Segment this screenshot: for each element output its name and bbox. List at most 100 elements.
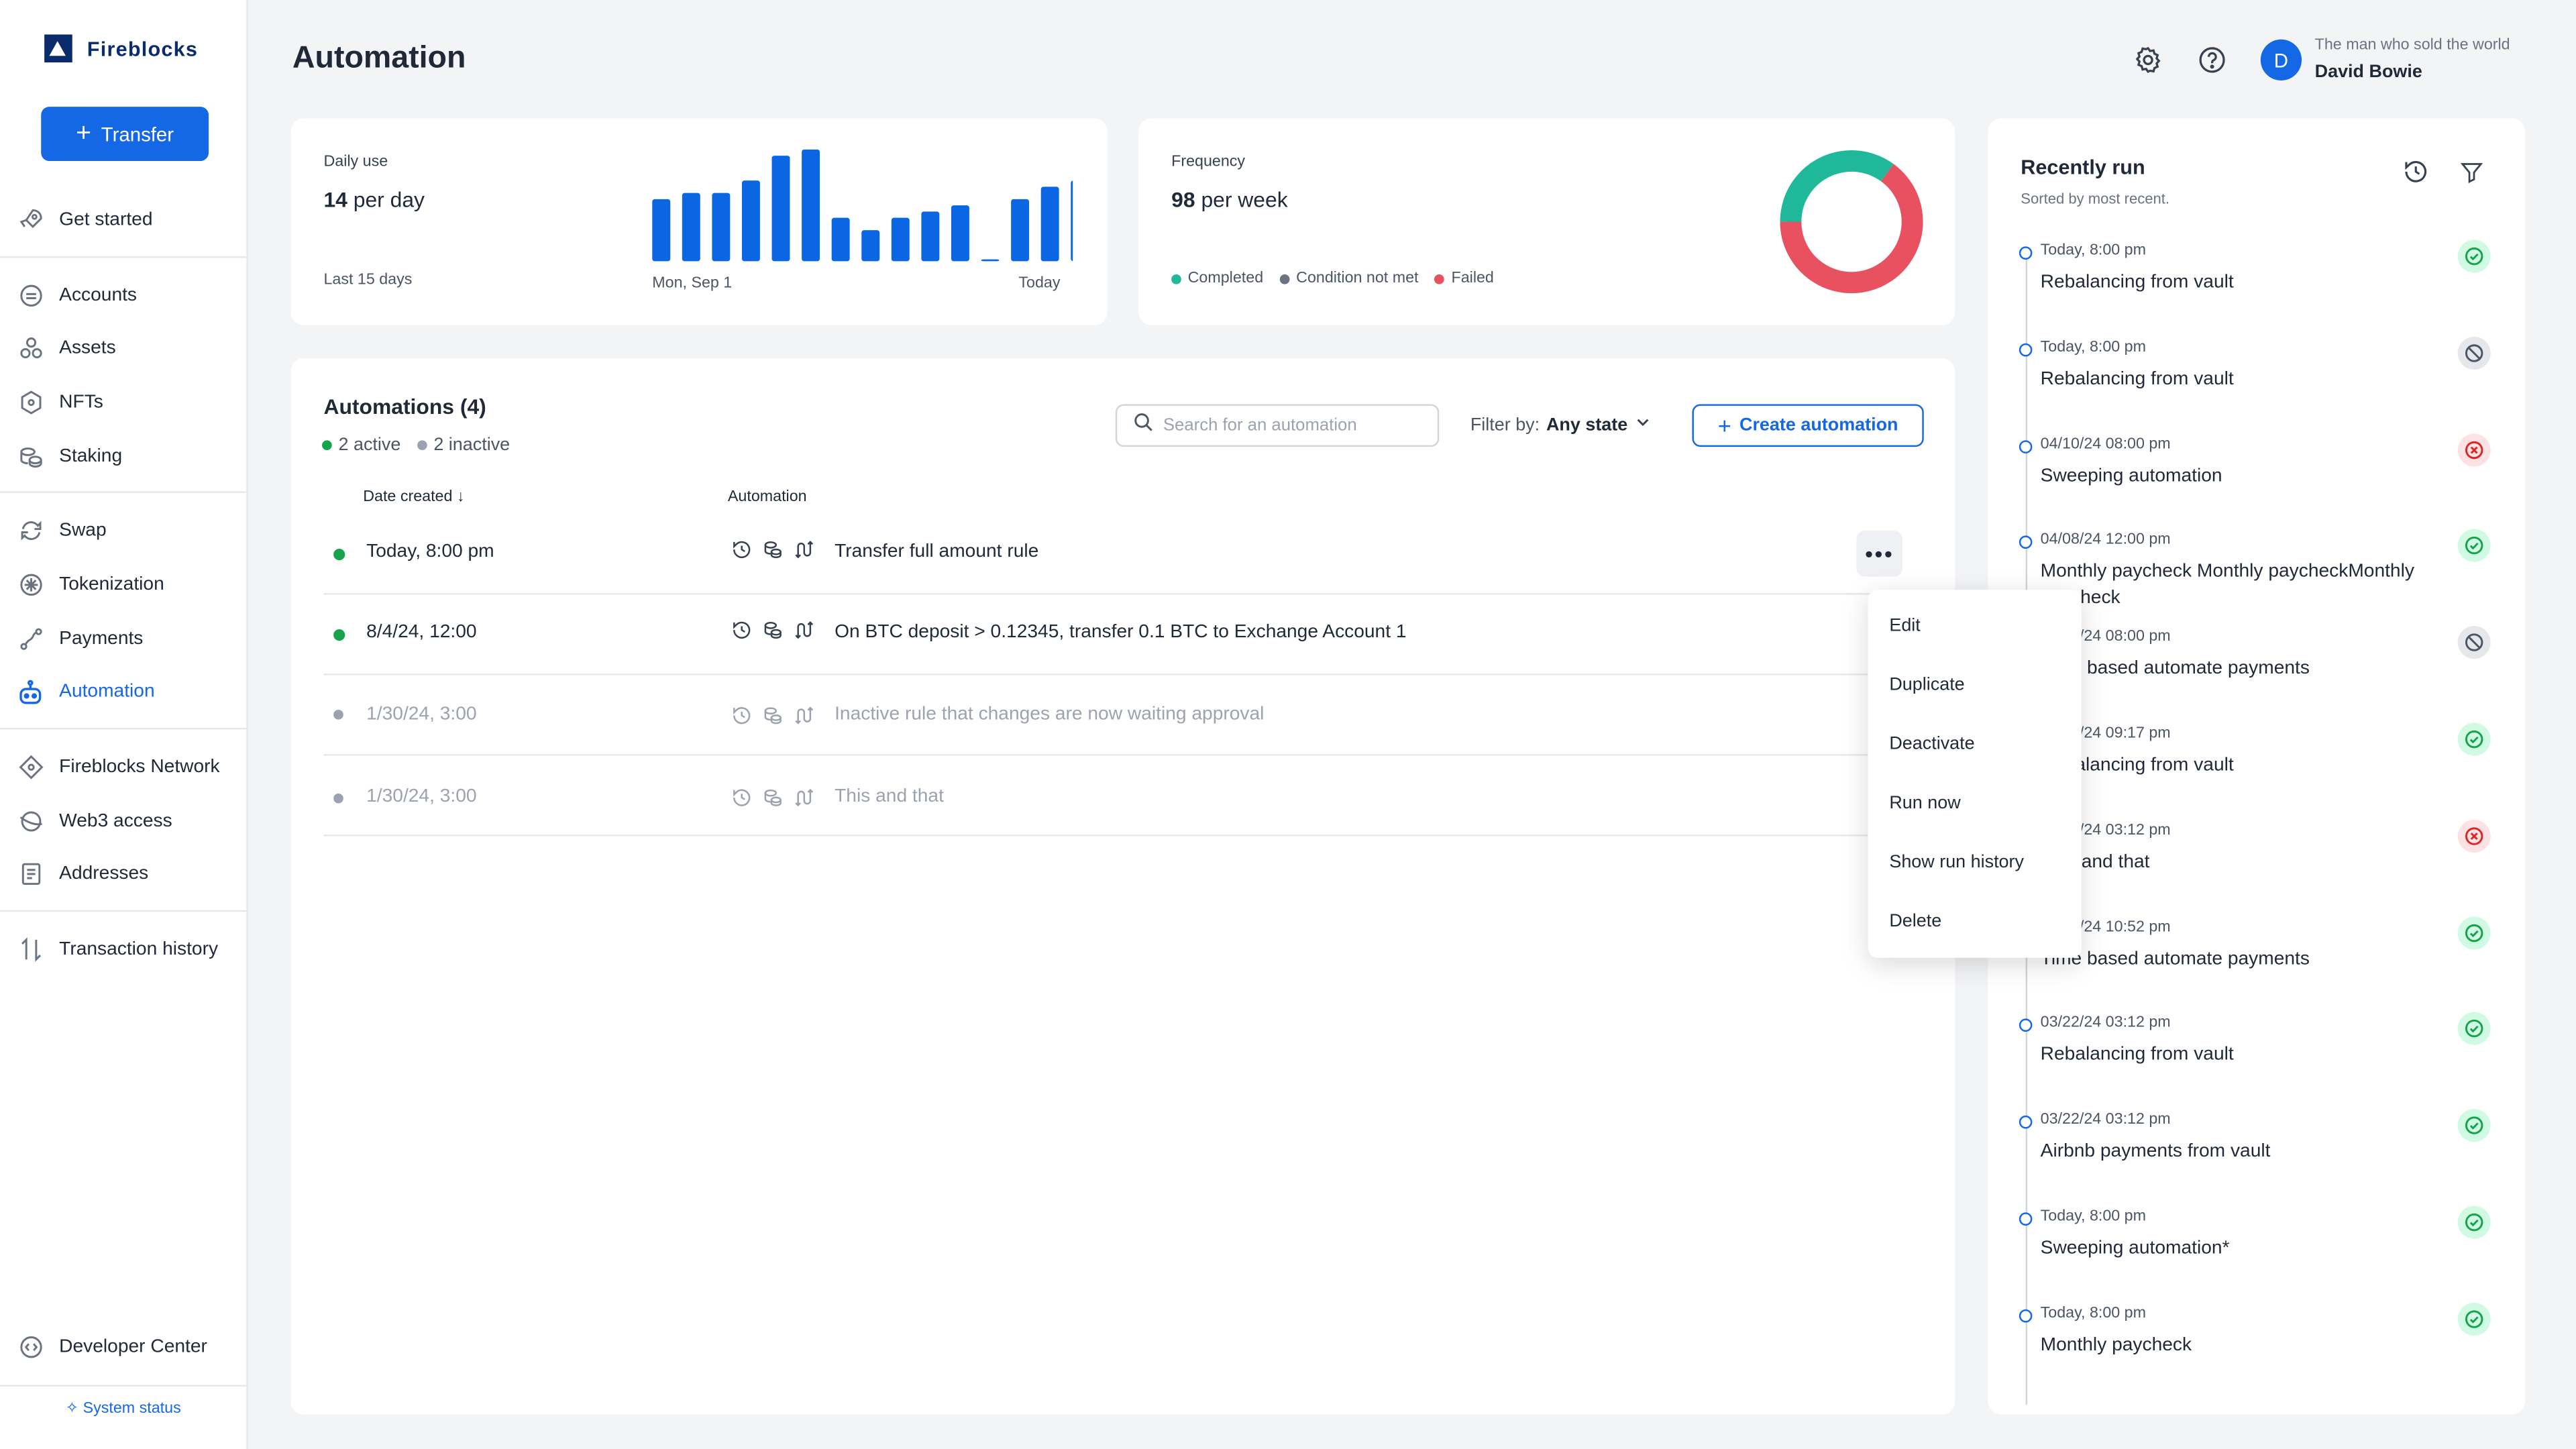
bar-4[interactable]	[741, 180, 760, 262]
bar-11[interactable]	[951, 205, 969, 262]
column-header-date[interactable]: Date created ↓	[363, 488, 464, 506]
recent-run-item[interactable]: 03/22/24 03:12 pm This and that	[2017, 819, 2510, 921]
daily-use-unit: per day	[353, 187, 425, 212]
active-count-label: 2 active	[338, 435, 401, 455]
chart-axis-start-label: Mon, Sep 1	[652, 274, 733, 292]
sidebar-item-web3-access[interactable]: Web3 access	[0, 797, 246, 846]
sidebar-item-automation[interactable]: Automation	[0, 667, 246, 716]
search-icon	[1134, 411, 1153, 440]
bar-7[interactable]	[831, 217, 850, 262]
frequency-label: Frequency	[1171, 152, 1246, 171]
transfer-button[interactable]: + Transfer	[41, 107, 209, 162]
search-box[interactable]	[1115, 404, 1440, 447]
row-automation-name: Transfer full amount rule	[835, 542, 1039, 562]
sidebar-item-label: Swap	[59, 521, 107, 541]
sidebar-item-label: Staking	[59, 447, 123, 467]
recent-run-item[interactable]: Today, 8:00 pm Monthly paycheck	[2017, 1302, 2510, 1404]
transfer-route-icon	[794, 619, 815, 649]
table-row[interactable]: 1/30/24, 3:00 Inactive rule that changes…	[323, 676, 1901, 756]
recent-run-name: Time based automate payments	[2040, 659, 2310, 679]
recent-run-item[interactable]: Today, 8:00 pm Sweeping automation*	[2017, 1205, 2510, 1307]
recent-run-item[interactable]: 04/08/24 12:00 pm Monthly paycheck Monthl…	[2017, 529, 2510, 631]
recent-run-item[interactable]: 03/22/24 03:12 pm Rebalancing from vault	[2017, 1012, 2510, 1114]
menu-item-show-run-history[interactable]: Show run history	[1889, 853, 2024, 872]
wallet-icon	[16, 282, 44, 310]
history-icon[interactable]	[2402, 158, 2430, 194]
recent-run-item[interactable]: 03/28/24 09:17 pm Rebalancing from vault	[2017, 722, 2510, 824]
recent-run-item[interactable]: 04/04/24 08:00 pm Time based automate pay…	[2017, 626, 2510, 728]
sidebar-item-label: Get started	[59, 210, 153, 230]
row-more-options-button[interactable]: •••	[1856, 531, 1902, 577]
timeline-dot	[2019, 439, 2033, 453]
bar-1[interactable]	[652, 199, 671, 262]
menu-item-deactivate[interactable]: Deactivate	[1889, 735, 1974, 754]
sidebar-item-developer-center[interactable]: Developer Center	[0, 1322, 246, 1371]
tokenization-icon	[16, 571, 44, 599]
avatar[interactable]: D	[2260, 39, 2302, 81]
bar-14[interactable]	[1040, 186, 1059, 262]
bar-12[interactable]	[981, 259, 1000, 262]
recent-run-name: Airbnb payments from vault	[2040, 1142, 2271, 1162]
sidebar-item-assets[interactable]: Assets	[0, 323, 246, 372]
recent-run-item[interactable]: 03/22/24 03:12 pm Airbnb payments from va…	[2017, 1109, 2510, 1211]
table-row[interactable]: Today, 8:00 pm Transfer full amount rule	[323, 515, 1901, 595]
create-automation-label: Create automation	[1739, 415, 1898, 435]
check-circle-icon	[2457, 1205, 2491, 1239]
recent-run-item[interactable]: 03/21/24 10:52 pm Time based automate pay…	[2017, 916, 2510, 1018]
row-icons	[731, 539, 815, 568]
recent-run-name: This and that	[2040, 852, 2150, 872]
sidebar-item-label: Tokenization	[59, 575, 164, 595]
bar-9[interactable]	[891, 217, 910, 262]
sidebar-item-staking[interactable]: Staking	[0, 432, 246, 481]
chevron-down-icon	[1634, 414, 1650, 435]
brand-logo[interactable]: Fireblocks	[44, 34, 198, 63]
inactive-count-label: 2 inactive	[433, 435, 511, 455]
bar-6[interactable]	[802, 149, 820, 262]
menu-item-run-now[interactable]: Run now	[1889, 794, 1960, 813]
recent-run-item[interactable]: 04/10/24 08:00 pm Sweeping automation	[2017, 433, 2510, 535]
bar-8[interactable]	[861, 230, 880, 262]
active-count: 2 active	[322, 435, 400, 455]
menu-item-duplicate[interactable]: Duplicate	[1889, 676, 1964, 695]
help-icon[interactable]	[2196, 44, 2228, 76]
recent-run-name: Monthly paycheck	[2040, 1335, 2192, 1355]
search-input[interactable]	[1163, 415, 1426, 435]
row-automation-name: This and that	[835, 787, 944, 807]
sidebar-item-swap[interactable]: Swap	[0, 506, 246, 555]
recent-run-item[interactable]: Today, 8:00 pm Rebalancing from vault	[2017, 336, 2510, 438]
bar-15[interactable]	[1071, 180, 1073, 262]
menu-item-delete[interactable]: Delete	[1889, 912, 1941, 931]
menu-item-edit[interactable]: Edit	[1889, 616, 1920, 635]
divider	[0, 910, 247, 912]
bar-2[interactable]	[682, 193, 700, 262]
sidebar-item-transaction-history[interactable]: Transaction history	[0, 925, 246, 974]
create-automation-button[interactable]: + Create automation	[1692, 404, 1924, 447]
bar-13[interactable]	[1011, 199, 1030, 262]
gear-icon[interactable]	[2133, 44, 2164, 76]
sidebar-item-accounts[interactable]: Accounts	[0, 271, 246, 320]
daily-use-number: 14	[323, 187, 347, 212]
legend-condition-not-met: Condition not met	[1279, 270, 1419, 288]
filter-dropdown[interactable]: Filter by: Any state	[1470, 414, 1651, 435]
filter-icon[interactable]	[2459, 160, 2484, 193]
automations-title: Automations (4)	[323, 394, 486, 419]
daily-use-card: Daily use 14 per day Last 15 days Mon, S…	[290, 118, 1108, 325]
sidebar-item-get-started[interactable]: Get started	[0, 195, 246, 244]
table-row[interactable]: 8/4/24, 12:00 On BTC deposit > 0.12345, …	[323, 595, 1901, 676]
sidebar-item-nfts[interactable]: NFTs	[0, 378, 246, 427]
bar-5[interactable]	[771, 156, 790, 262]
recent-run-item[interactable]: Today, 8:00 pm Rebalancing from vault	[2017, 239, 2510, 341]
sidebar-item-tokenization[interactable]: Tokenization	[0, 560, 246, 609]
system-status-link[interactable]: ✧ System status	[0, 1400, 246, 1418]
bar-10[interactable]	[921, 211, 940, 262]
network-icon	[16, 753, 44, 782]
bar-3[interactable]	[712, 193, 731, 262]
check-circle-icon	[2457, 1302, 2491, 1336]
sidebar-item-label: Developer Center	[59, 1337, 207, 1357]
sidebar-item-fireblocks-network[interactable]: Fireblocks Network	[0, 743, 246, 792]
x-circle-icon	[2457, 433, 2491, 466]
column-header-automation: Automation	[727, 488, 807, 506]
table-row[interactable]: 1/30/24, 3:00 This and that	[323, 756, 1901, 837]
sidebar-item-payments[interactable]: Payments	[0, 614, 246, 663]
sidebar-item-addresses[interactable]: Addresses	[0, 849, 246, 898]
